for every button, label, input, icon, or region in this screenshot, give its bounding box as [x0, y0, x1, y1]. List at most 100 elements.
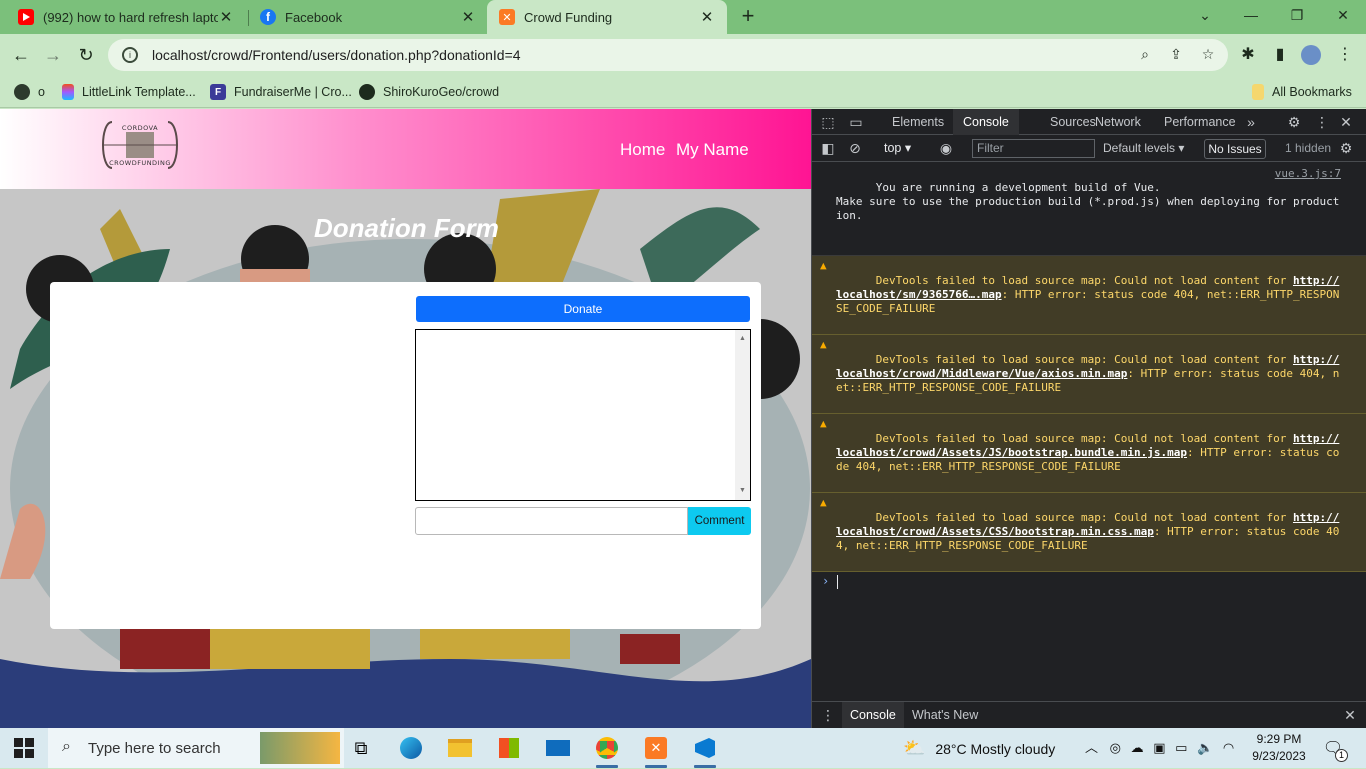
nav-home-link[interactable]: Home	[620, 140, 665, 160]
bookmark-label: FundraiserMe | Cro...	[234, 85, 352, 99]
notification-center-icon[interactable]: 🗨 1	[1322, 738, 1348, 762]
prompt-chevron-icon: ›	[822, 574, 830, 588]
tab-search-icon[interactable]: ⌄	[1182, 0, 1228, 30]
side-panel-icon[interactable]: ▮	[1270, 45, 1290, 65]
inspect-element-icon[interactable]: ⬚	[819, 113, 837, 131]
comment-button[interactable]: Comment	[688, 507, 751, 535]
site-logo[interactable]: CORDOVA CROWDFUNDING	[98, 118, 182, 172]
close-tab-icon[interactable]: ✕	[460, 8, 476, 26]
back-button[interactable]: ←	[8, 42, 34, 68]
console-filter-input[interactable]: Filter	[972, 139, 1095, 158]
vscode-icon[interactable]	[691, 734, 719, 768]
windows-taskbar: ⌕ Type here to search ⧉ ✕ ⛅ 28°C Mostly …	[0, 728, 1366, 768]
windows-start-icon[interactable]	[14, 738, 34, 758]
close-tab-icon[interactable]: ✕	[218, 8, 234, 26]
edge-icon[interactable]	[397, 734, 425, 762]
tab-console[interactable]: Console	[953, 109, 1019, 135]
restore-button[interactable]: ❐	[1274, 0, 1320, 30]
logo-top-text: CORDOVA	[121, 124, 159, 132]
share-icon[interactable]: ⇪	[1167, 46, 1185, 64]
folder-icon	[1252, 84, 1264, 100]
taskbar-clock[interactable]: 9:29 PM 9/23/2023	[1247, 731, 1311, 765]
tab-performance[interactable]: Performance	[1154, 109, 1246, 135]
site-info-icon[interactable]: i	[122, 47, 138, 63]
notification-badge: 1	[1335, 749, 1348, 762]
battery-icon[interactable]: ▭	[1175, 740, 1187, 755]
microsoft-store-icon[interactable]	[495, 734, 523, 762]
weather-widget[interactable]: ⛅ 28°C Mostly cloudy	[903, 728, 1055, 768]
wifi-icon[interactable]: ◠	[1223, 740, 1234, 755]
site-navbar: CORDOVA CROWDFUNDING Home My Name	[0, 109, 811, 189]
tab-title: Facebook	[285, 9, 343, 25]
tab-youtube[interactable]: (992) how to hard refresh laptop ✕	[6, 0, 246, 34]
sidebar-toggle-icon[interactable]: ◧	[819, 139, 837, 157]
context-value: top	[884, 141, 902, 155]
tab-facebook[interactable]: f Facebook ✕	[248, 0, 488, 34]
bookmark-fundraiserme[interactable]: F FundraiserMe | Cro...	[210, 82, 352, 102]
file-explorer-icon[interactable]	[446, 734, 474, 762]
bookmark-label: LittleLink Template...	[82, 85, 196, 99]
zoom-icon[interactable]: ⌕	[1136, 46, 1154, 64]
drawer-menu-icon[interactable]: ⋮	[819, 706, 837, 724]
profile-avatar[interactable]	[1301, 45, 1321, 65]
log-levels-dropdown[interactable]: Default levels ▾	[1103, 141, 1184, 155]
close-window-button[interactable]: ✕	[1320, 0, 1366, 30]
console-filter-bar: ◧ ⊘ top ▾ ◉ Filter Default levels ▾ No I…	[812, 136, 1366, 162]
close-drawer-icon[interactable]: ✕	[1341, 706, 1359, 724]
context-selector[interactable]: top ▾	[884, 140, 911, 155]
more-tabs-icon[interactable]: »	[1242, 113, 1260, 131]
message-source-link[interactable]: vue.3.js:7	[1275, 167, 1341, 181]
close-devtools-icon[interactable]: ✕	[1337, 113, 1355, 131]
chrome-icon[interactable]	[593, 734, 621, 768]
live-expression-eye-icon[interactable]: ◉	[937, 139, 955, 157]
drawer-tab-whats-new[interactable]: What's New	[904, 702, 986, 729]
console-settings-icon[interactable]: ⚙	[1337, 139, 1355, 157]
address-bar[interactable]: i localhost/crowd/Frontend/users/donatio…	[108, 39, 1228, 71]
console-message-warning: ▲ DevTools failed to load source map: Cou…	[812, 493, 1366, 572]
issues-button[interactable]: No Issues	[1204, 139, 1266, 159]
tab-crowd-funding[interactable]: ✕ Crowd Funding ✕	[487, 0, 727, 34]
console-message-warning: ▲ DevTools failed to load source map: Cou…	[812, 414, 1366, 493]
network-camera-icon[interactable]: ▣	[1153, 740, 1165, 755]
bookmark-o[interactable]: o	[14, 82, 45, 102]
donate-button[interactable]: Donate	[416, 296, 750, 322]
url-text[interactable]: localhost/crowd/Frontend/users/donation.…	[152, 47, 521, 63]
taskbar-search[interactable]: ⌕ Type here to search	[48, 728, 344, 768]
forward-button[interactable]: →	[40, 42, 66, 68]
text-cursor	[837, 575, 838, 589]
message-prefix: DevTools failed to load source map: Coul…	[875, 432, 1293, 445]
bookmark-littlelink[interactable]: LittleLink Template...	[62, 82, 196, 102]
new-tab-button[interactable]: +	[736, 4, 760, 30]
onedrive-cloud-icon[interactable]: ☁	[1131, 740, 1144, 755]
comment-input[interactable]	[415, 507, 688, 535]
settings-gear-icon[interactable]: ⚙	[1285, 113, 1303, 131]
mail-icon[interactable]	[544, 734, 572, 762]
scroll-down-icon[interactable]: ▼	[735, 484, 750, 498]
tab-elements[interactable]: Elements	[882, 109, 954, 135]
close-tab-icon[interactable]: ✕	[699, 8, 715, 26]
more-options-icon[interactable]: ⋮	[1313, 113, 1331, 131]
bookmark-github[interactable]: ShiroKuroGeo/crowd	[359, 82, 499, 102]
comments-list[interactable]: ▲ ▼	[415, 329, 751, 501]
message-text: You are running a development build of V…	[836, 181, 1340, 222]
tab-network[interactable]: Network	[1085, 109, 1151, 135]
bookmark-star-icon[interactable]: ☆	[1199, 46, 1217, 64]
meet-now-icon[interactable]: ◎	[1110, 740, 1121, 755]
comments-scrollbar[interactable]: ▲ ▼	[735, 330, 750, 500]
extensions-icon[interactable]: ✱	[1238, 45, 1258, 65]
task-view-icon[interactable]: ⧉	[347, 734, 375, 762]
menu-icon[interactable]: ⋮	[1335, 45, 1355, 65]
globe-icon	[14, 84, 30, 100]
scroll-up-icon[interactable]: ▲	[735, 332, 750, 346]
drawer-tab-console[interactable]: Console	[842, 702, 904, 729]
nav-my-name-link[interactable]: My Name	[676, 140, 749, 160]
minimize-button[interactable]: —	[1228, 0, 1274, 30]
show-hidden-icons-chevron-icon[interactable]: ︿	[1085, 740, 1098, 755]
all-bookmarks[interactable]: All Bookmarks	[1252, 82, 1352, 102]
device-toolbar-icon[interactable]: ▭	[847, 113, 865, 131]
console-prompt[interactable]: ›	[812, 572, 1366, 592]
xampp-taskbar-icon[interactable]: ✕	[642, 734, 670, 768]
clear-console-icon[interactable]: ⊘	[846, 139, 864, 157]
reload-button[interactable]: ↻	[73, 42, 99, 68]
volume-icon[interactable]: 🔈	[1197, 740, 1213, 755]
